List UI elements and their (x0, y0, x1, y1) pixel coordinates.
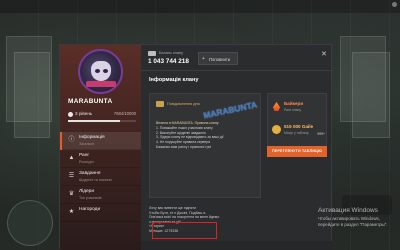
tasks-icon: ☰ (68, 173, 75, 179)
windows-activation-watermark: Активация Windows Чтобы активировать Win… (318, 207, 400, 227)
rank-row: Байкери Ранг клану (272, 100, 326, 118)
sidebar-item-rewards[interactable]: ★ Нагороди (60, 204, 141, 222)
rank-title: Байкери (284, 101, 304, 106)
sidebar-item-tasks[interactable]: ☰ Завдання Щоденні та тижневі (60, 168, 141, 186)
balance-value: 1 043 744 218 (148, 58, 189, 65)
sidebar-item-sublabel: Щоденні та тижневі (79, 178, 112, 182)
fire-icon (272, 102, 281, 111)
minimap (7, 200, 53, 246)
emblem-eye (103, 69, 108, 73)
info-icon: ⓘ (68, 137, 75, 143)
background-window (14, 52, 50, 138)
sidebar-item-label: Завдання (79, 171, 101, 176)
rule-line: Бажаємо вам успіху і приємної гри! (156, 144, 212, 149)
balance-label: Баланс клану (159, 51, 184, 55)
top-up-label: Поповнити (209, 57, 231, 62)
clan-info-card: Повідомлення дня MARABUNTA Вітання в MAR… (149, 93, 261, 198)
level-progress-bar (68, 120, 136, 122)
clan-avatar (78, 49, 123, 94)
clan-sidebar: MARABUNTA 3 рівень 7684/10000 ⓘ Інформац… (60, 45, 141, 250)
rank-icon: ▲ (68, 155, 75, 161)
level-icon (68, 112, 73, 117)
header-divider (141, 70, 333, 71)
message-icon (156, 101, 164, 107)
background-window (352, 52, 390, 138)
windows-activation-title: Активация Windows (318, 207, 378, 214)
leaders-icon: ♛ (68, 191, 75, 197)
clan-level: 3 рівень (75, 111, 93, 116)
top-up-button[interactable]: + Поповнити (198, 52, 238, 65)
sidebar-item-info[interactable]: ⓘ Інформація Загальне (60, 132, 141, 150)
page-title: Інформація клану (149, 77, 199, 83)
clan-xp: 7684/10000 (113, 111, 136, 116)
plus-icon: + (202, 56, 205, 62)
sidebar-item-label: Нагороди (79, 207, 101, 212)
hud-bar (0, 0, 400, 13)
sidebar-item-label: Інформація (79, 135, 105, 140)
sidebar-item-label: Ранг (79, 153, 90, 158)
rank-title: 515 000 Gaile (284, 124, 314, 129)
emblem-eye (95, 69, 100, 73)
sidebar-item-rank[interactable]: ▲ Ранг Розподіл (60, 150, 141, 168)
view-table-label: ПЕРЕГЛЯНУТИ ТАБЛИЦЮ (272, 149, 322, 153)
red-highlight-box (152, 222, 217, 239)
level-progress-fill (68, 120, 121, 122)
rewards-icon: ★ (68, 209, 75, 215)
sidebar-nav: ⓘ Інформація Загальне ▲ Ранг Розподіл ☰ … (60, 132, 141, 222)
emblem-banner (86, 81, 116, 87)
rank-subtitle: Ранг клану (284, 108, 302, 112)
rank-card: Байкери Ранг клану 515 000 Gaile Місце у… (267, 93, 327, 151)
coin-icon (272, 125, 281, 134)
sidebar-item-sublabel: Розподіл (79, 160, 94, 164)
windows-activation-subtitle: Чтобы активировать Windows, перейдите в … (318, 216, 388, 227)
close-icon[interactable]: ✕ (321, 50, 327, 58)
rank-value: 999+ (317, 132, 325, 136)
wallet-icon (148, 51, 156, 56)
hud-status-icon (392, 2, 397, 7)
view-table-button[interactable]: ПЕРЕГЛЯНУТИ ТАБЛИЦЮ (267, 146, 327, 157)
footer-bar (141, 241, 333, 250)
sidebar-item-label: Лідери (79, 189, 95, 194)
clan-level-row: 3 рівень 7684/10000 (68, 111, 136, 119)
notice-label: Повідомлення дня (167, 102, 200, 106)
clan-modal: MARABUNTA 3 рівень 7684/10000 ⓘ Інформац… (59, 44, 333, 250)
clan-rules: Вітання в MARABUNTA. Правила клану: 1. П… (156, 121, 260, 150)
rank-subtitle: Місце у таблиці (284, 131, 309, 135)
sidebar-item-sublabel: Топ учасників (79, 196, 102, 200)
sidebar-item-sublabel: Загальне (79, 142, 95, 146)
gorilla-emblem-icon (91, 61, 111, 81)
rank-row: 515 000 Gaile Місце у таблиці 999+ (272, 123, 326, 141)
clan-name: MARABUNTA (68, 98, 113, 105)
sidebar-item-leaders[interactable]: ♛ Лідери Топ учасників (60, 186, 141, 204)
